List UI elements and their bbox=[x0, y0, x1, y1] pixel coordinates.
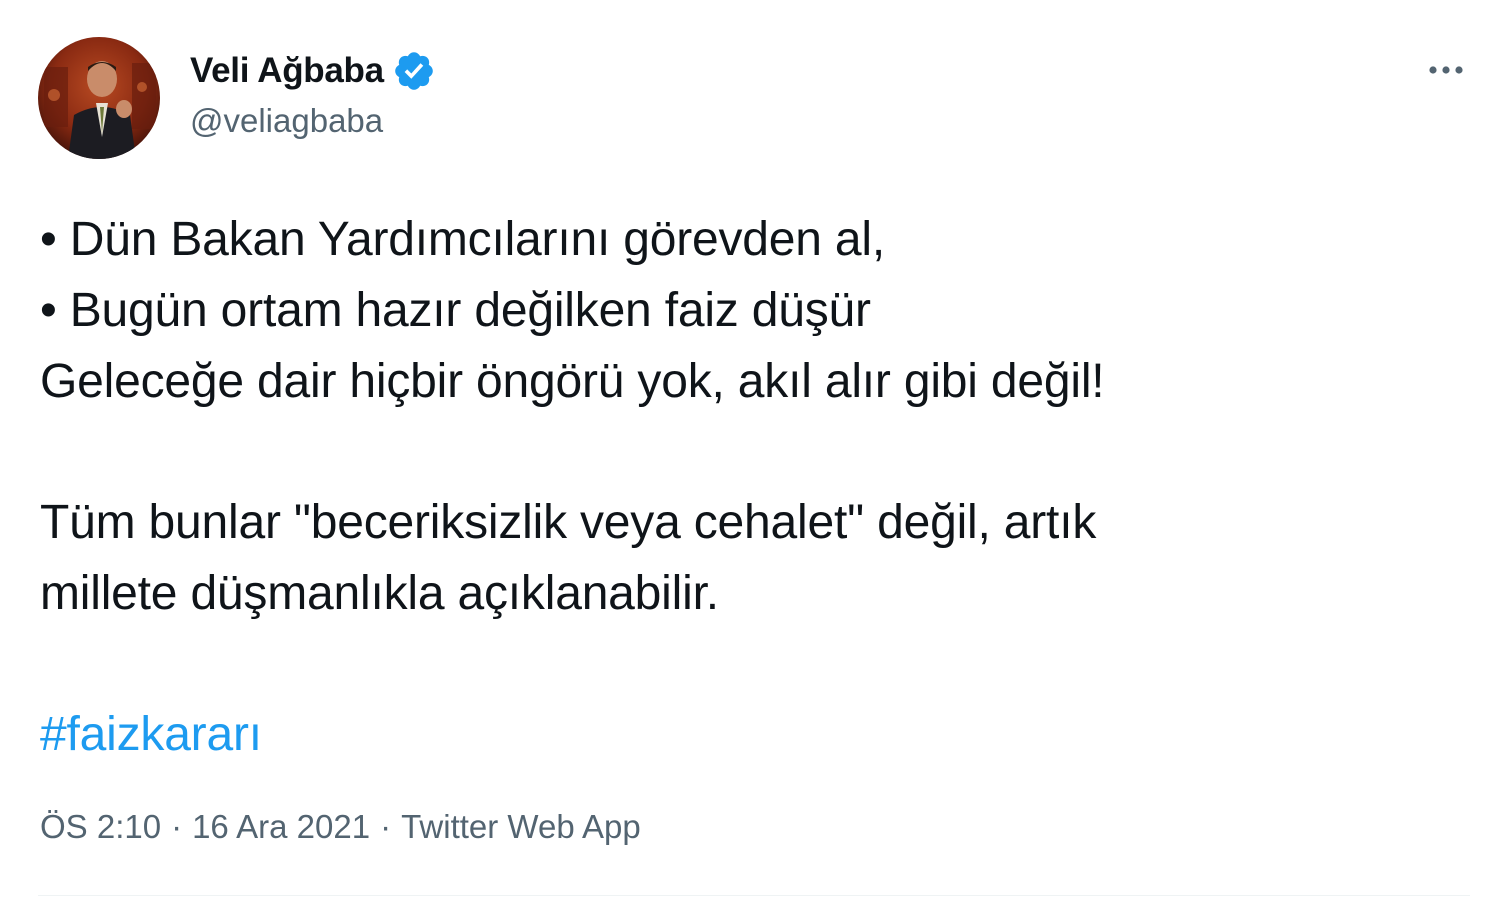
tweet-source: Twitter Web App bbox=[401, 808, 641, 845]
hashtag-link[interactable]: #faizkararı bbox=[40, 699, 262, 770]
author-row: Veli Ağbaba bbox=[190, 48, 436, 94]
avatar[interactable] bbox=[38, 37, 160, 159]
tweet-text-line: millete düşmanlıkla açıklanabilir. bbox=[40, 567, 719, 620]
divider bbox=[38, 895, 1470, 896]
tweet-text-line: Tüm bunlar "beceriksizlik veya cehalet" … bbox=[40, 496, 1097, 549]
tweet-text-line: • Bugün ortam hazır değilken faiz düşür bbox=[40, 284, 871, 337]
verified-badge-icon bbox=[392, 49, 436, 93]
tweet-date[interactable]: 16 Ara 2021 bbox=[192, 808, 370, 845]
hashtag-line: #faizkararı bbox=[40, 699, 1460, 770]
avatar-photo bbox=[38, 37, 160, 159]
author-handle[interactable]: @veliagbaba bbox=[190, 102, 383, 140]
separator-dot: · bbox=[380, 808, 392, 845]
tweet-text-line: • Dün Bakan Yardımcılarını görevden al, bbox=[40, 213, 886, 266]
tweet-text: • Dün Bakan Yardımcılarını görevden al, … bbox=[40, 204, 1460, 770]
more-horizontal-icon bbox=[1429, 66, 1463, 74]
tweet-time[interactable]: ÖS 2:10 bbox=[40, 808, 161, 845]
separator-dot: · bbox=[171, 808, 183, 845]
tweet-metadata: ÖS 2:10 · 16 Ara 2021 · Twitter Web App bbox=[40, 808, 641, 846]
tweet: Veli Ağbaba @veliagbaba • Dün Bakan Yard… bbox=[0, 0, 1498, 900]
more-options-button[interactable] bbox=[1420, 50, 1472, 90]
tweet-text-line: Geleceğe dair hiçbir öngörü yok, akıl al… bbox=[40, 355, 1105, 408]
display-name[interactable]: Veli Ağbaba bbox=[190, 51, 384, 91]
